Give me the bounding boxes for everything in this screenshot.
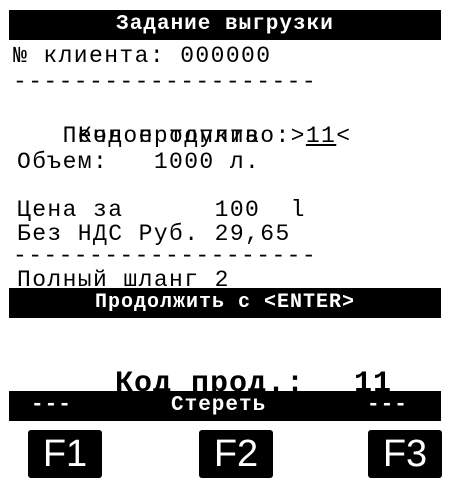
divider: -------------------- [13,69,318,95]
softkey-right[interactable]: --- [367,391,408,421]
continue-prompt: Продолжить с <ENTER> [9,288,441,318]
softkey-middle[interactable]: Стереть [171,391,266,421]
client-number: № клиента: 000000 [13,43,272,69]
divider: -------------------- [13,243,318,269]
f3-button[interactable]: F3 [368,430,442,478]
f2-button[interactable]: F2 [199,430,273,478]
softkey-left[interactable]: --- [31,391,72,421]
softkey-bar: --- Стереть --- [9,391,441,421]
screen-title: Задание выгрузки [9,10,441,40]
hose-info: Полный шланг 2 [17,267,230,289]
product-code-line: Код продукта :>11< [9,97,441,149]
f1-button[interactable]: F1 [28,430,102,478]
price-per-unit: Цена за 100 l [17,197,306,223]
product-name: Печное топливо [17,123,276,149]
volume: Объем: 1000 л. [17,149,261,175]
terminal-screen: Задание выгрузки № клиента: 000000 -----… [9,10,441,421]
